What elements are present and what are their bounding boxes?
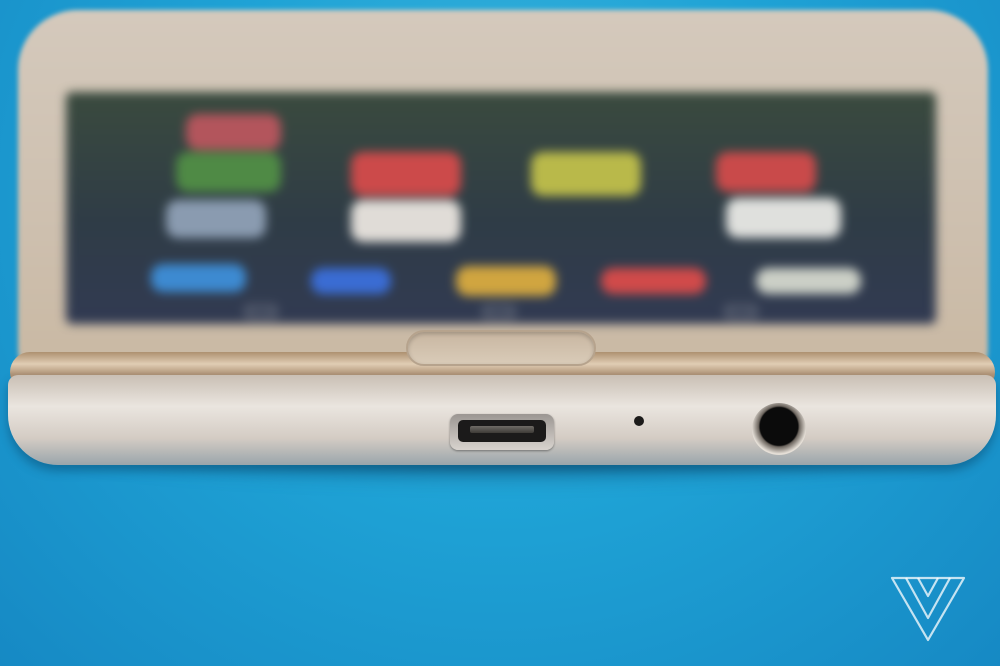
headphone-jack-icon [752,403,806,455]
app-icon [176,152,281,192]
home-nav-icon [484,306,514,318]
verge-triangle-icon [890,576,966,642]
app-icon [456,266,556,296]
usb-port-tongue [470,426,534,433]
app-icon [716,152,816,192]
app-icon [166,200,266,238]
micro-usb-port-icon [450,414,554,450]
app-icon [726,198,841,238]
app-icon [351,152,461,196]
app-icon [601,268,706,294]
photo-scene [0,0,1000,666]
back-nav-icon [246,306,276,318]
fingerprint-sensor [406,330,596,366]
app-icon [311,268,391,294]
phone-screen [66,92,936,324]
microphone-hole [634,416,644,426]
recents-nav-icon [726,306,756,318]
app-icon [151,264,246,292]
app-icon [186,114,281,150]
app-icon [531,152,641,196]
app-icon [351,200,461,242]
app-icon [756,268,861,294]
usb-port-opening [458,420,546,442]
